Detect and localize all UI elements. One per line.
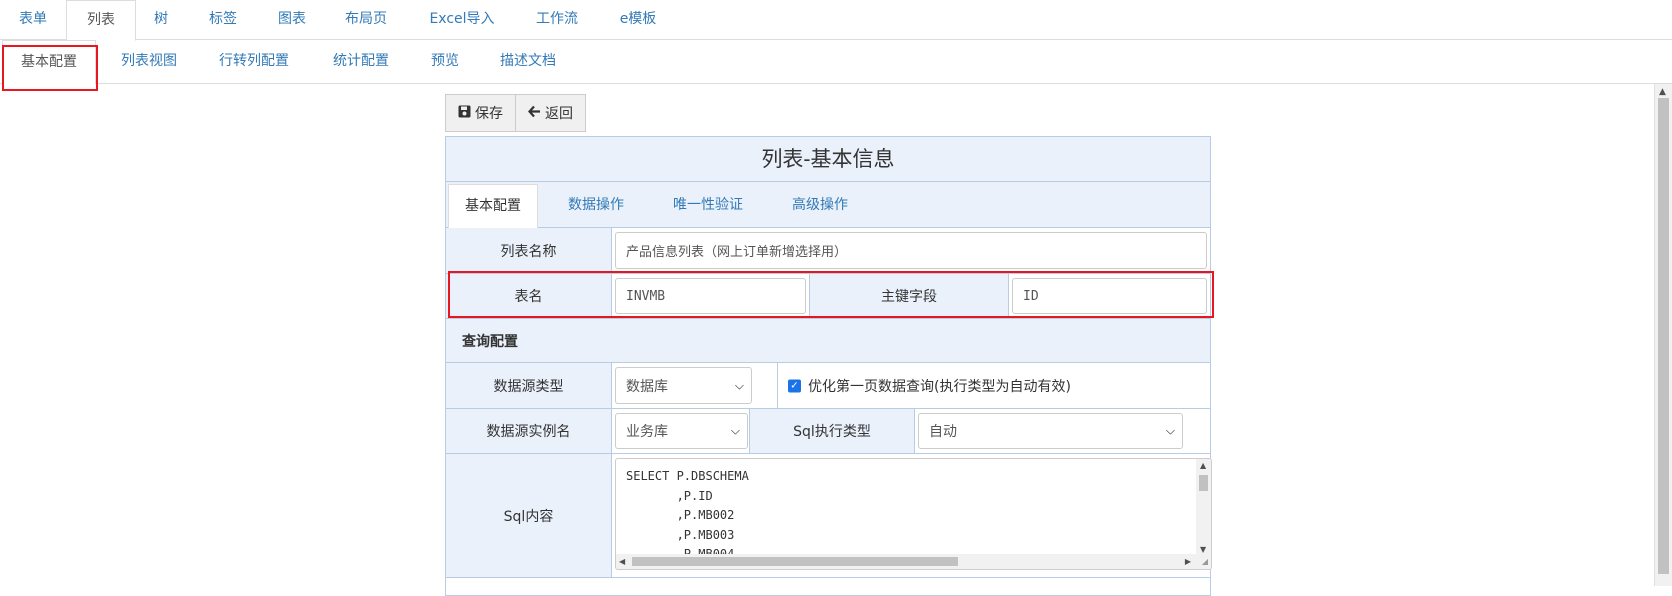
top-tab-workflow[interactable]: 工作流 [516, 0, 598, 40]
primary-key-input[interactable]: ID [1012, 278, 1207, 314]
checkbox-checked-icon[interactable]: ✓ [788, 379, 801, 392]
top-tab-chart[interactable]: 图表 [260, 0, 324, 40]
list-name-input[interactable]: 产品信息列表（网上订单新增选择用） [615, 232, 1207, 269]
textarea-vertical-scrollbar[interactable]: ▲ ▼ [1196, 459, 1211, 556]
arrow-left-icon [528, 105, 541, 122]
panel-tab-bar: 基本配置 数据操作 唯一性验证 高级操作 [446, 182, 1210, 228]
table-name-input[interactable]: INVMB [615, 278, 806, 314]
top-tab-excel-import[interactable]: Excel导入 [408, 0, 516, 40]
back-button-label: 返回 [545, 106, 573, 122]
sub-tab-list-view[interactable]: 列表视图 [100, 40, 198, 84]
back-button[interactable]: 返回 [516, 94, 586, 132]
row-datasource-instance: 数据源实例名 业务库 ⌵ Sql执行类型 自动 ⌵ [446, 409, 1210, 454]
top-tab-list[interactable]: 列表 [66, 0, 136, 41]
list-name-label: 列表名称 [446, 228, 612, 273]
datasource-type-value: 数据库 [626, 378, 668, 395]
top-tab-form[interactable]: 表单 [0, 0, 66, 40]
textarea-vscroll-thumb[interactable] [1199, 475, 1208, 491]
page-scrollbar[interactable]: ▲ [1654, 84, 1672, 586]
panel-tab-advanced[interactable]: 高级操作 [770, 184, 870, 227]
top-tab-bar: 表单 列表 树 标签 图表 布局页 Excel导入 工作流 e模板 [0, 0, 1672, 41]
list-basic-info-panel: 列表-基本信息 基本配置 数据操作 唯一性验证 高级操作 列表名称 产品信息列表… [445, 136, 1212, 596]
scroll-right-icon[interactable]: ▶ [1185, 557, 1191, 566]
chevron-down-icon: ⌵ [1165, 423, 1175, 438]
row-datasource-type: 数据源类型 数据库 ⌵ ✓ 优化第一页数据查询(执行类型为自动有效) [446, 363, 1210, 409]
sub-tab-statistics[interactable]: 统计配置 [318, 40, 404, 84]
row-list-name: 列表名称 产品信息列表（网上订单新增选择用） [446, 228, 1210, 274]
sql-code-text: SELECT P.DBSCHEMA ,P.ID ,P.MB002 ,P.MB00… [626, 467, 749, 565]
top-tab-label[interactable]: 标签 [186, 0, 260, 40]
sql-line: ,P.MB003 [626, 527, 735, 542]
datasource-type-select[interactable]: 数据库 ⌵ [615, 367, 752, 404]
row-table-name: 表名 INVMB 主键字段 ID [446, 274, 1210, 319]
top-tab-tree[interactable]: 树 [136, 0, 186, 40]
sql-exec-type-value: 自动 [929, 424, 957, 440]
scrollbar-thumb[interactable] [1658, 98, 1669, 574]
row-sql-content: Sql内容 SELECT P.DBSCHEMA ,P.ID ,P.MB002 ,… [446, 454, 1212, 578]
sql-exec-type-label: Sql执行类型 [750, 409, 915, 453]
sql-line: SELECT P.DBSCHEMA [626, 469, 749, 483]
datasource-type-label: 数据源类型 [446, 363, 612, 408]
optimize-first-page-option[interactable]: ✓ 优化第一页数据查询(执行类型为自动有效) [778, 363, 1210, 408]
chevron-down-icon: ⌵ [734, 378, 744, 392]
sql-exec-type-select[interactable]: 自动 ⌵ [918, 413, 1183, 449]
datasource-instance-label: 数据源实例名 [446, 409, 612, 453]
sub-tab-description-doc[interactable]: 描述文档 [486, 40, 570, 84]
sql-content-textarea[interactable]: SELECT P.DBSCHEMA ,P.ID ,P.MB002 ,P.MB00… [615, 458, 1212, 570]
textarea-hscroll-thumb[interactable] [632, 557, 958, 566]
optimize-first-page-label: 优化第一页数据查询(执行类型为自动有效) [808, 378, 1071, 395]
sub-tab-basic-config[interactable]: 基本配置 [2, 40, 96, 85]
sub-tab-preview[interactable]: 预览 [414, 40, 476, 84]
table-name-label: 表名 [446, 274, 612, 318]
top-tab-e-template[interactable]: e模板 [598, 0, 678, 40]
save-button-label: 保存 [475, 106, 503, 122]
scroll-up-icon[interactable]: ▲ [1200, 461, 1206, 470]
top-tab-layout[interactable]: 布局页 [324, 0, 408, 40]
sql-content-label: Sql内容 [446, 454, 612, 577]
datasource-instance-value: 业务库 [626, 424, 668, 440]
panel-tab-uniqueness-check[interactable]: 唯一性验证 [652, 184, 764, 227]
textarea-horizontal-scrollbar[interactable]: ◀ ▶ ◢ [616, 554, 1211, 569]
sql-line: ,P.ID [626, 488, 713, 503]
scroll-left-icon[interactable]: ◀ [619, 557, 625, 566]
primary-key-label: 主键字段 [810, 274, 1009, 318]
sql-line: ,P.MB002 [626, 508, 735, 522]
scroll-up-icon[interactable]: ▲ [1659, 87, 1666, 97]
resize-grip-icon[interactable]: ◢ [1202, 557, 1208, 566]
panel-title: 列表-基本信息 [446, 137, 1210, 182]
toolbar: 保存 返回 [445, 94, 586, 132]
query-config-section: 查询配置 [446, 319, 1210, 363]
datasource-instance-select[interactable]: 业务库 ⌵ [615, 413, 748, 449]
sub-tab-bar: 基本配置 列表视图 行转列配置 统计配置 预览 描述文档 [0, 40, 1672, 85]
scroll-down-icon[interactable]: ▼ [1200, 545, 1206, 554]
sub-tab-row-to-column[interactable]: 行转列配置 [204, 40, 304, 84]
chevron-down-icon: ⌵ [730, 423, 740, 438]
panel-tab-basic-config[interactable]: 基本配置 [448, 184, 538, 228]
save-button[interactable]: 保存 [445, 94, 516, 132]
panel-tab-data-operation[interactable]: 数据操作 [546, 184, 646, 227]
save-icon [458, 105, 471, 122]
